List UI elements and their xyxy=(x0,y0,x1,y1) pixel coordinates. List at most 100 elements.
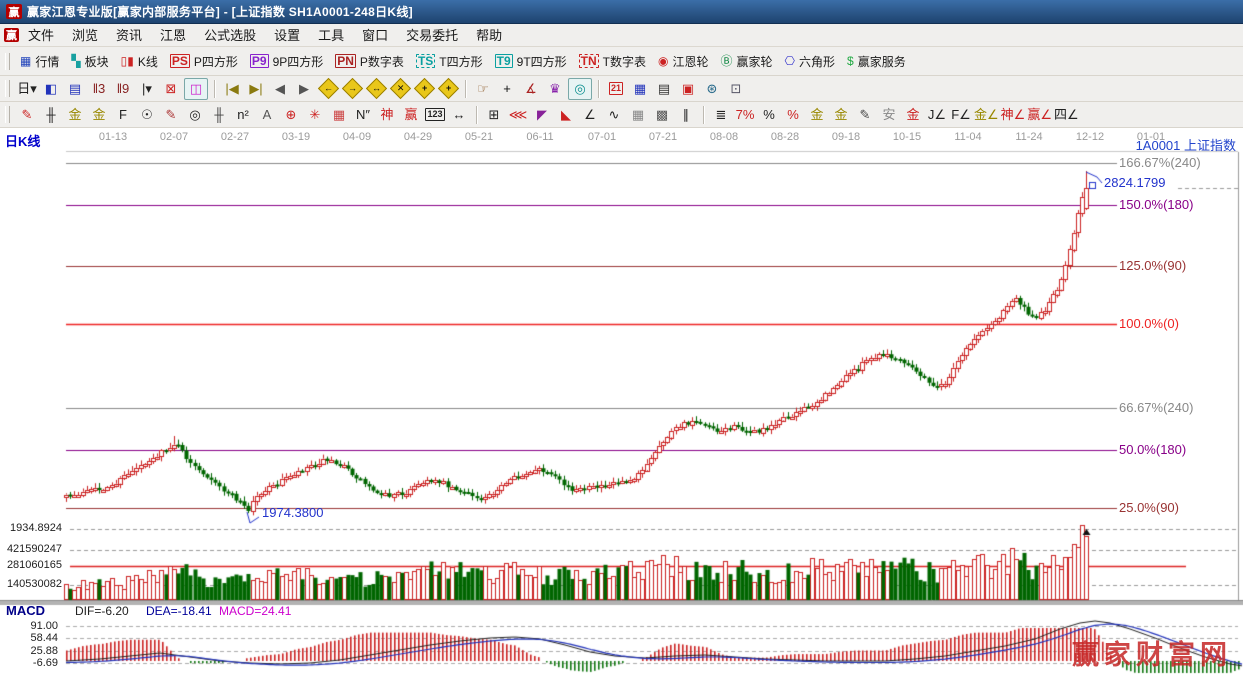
hexagon-button[interactable]: ⎔六角形 xyxy=(780,51,843,72)
kline-button[interactable]: ▯▮K线 xyxy=(116,51,165,72)
export-pc-icon[interactable]: ⊡ xyxy=(725,79,747,99)
sectors-button[interactable]: ▚板块 xyxy=(66,51,115,72)
calendar-21-icon[interactable]: 21 xyxy=(605,79,627,99)
menu-item-6[interactable]: 设置 xyxy=(265,26,309,45)
calculator-icon[interactable]: ▦ xyxy=(629,79,651,99)
brain-analysis-icon[interactable]: ◎ xyxy=(568,78,592,100)
n-squared-icon[interactable]: n² xyxy=(232,105,254,125)
p-square-button[interactable]: PSP四方形 xyxy=(165,51,245,72)
ying-angle-icon[interactable]: 赢∠ xyxy=(1027,105,1052,125)
toolbar-grip[interactable] xyxy=(5,106,10,123)
zoom-horizontal-icon[interactable]: ↔ xyxy=(365,79,387,99)
menu-item-7[interactable]: 工具 xyxy=(309,26,353,45)
ruler-plain-icon[interactable]: ╫ xyxy=(208,105,230,125)
grid-fine-icon[interactable]: ▦ xyxy=(627,105,649,125)
angle-lines-icon[interactable]: ∠ xyxy=(579,105,601,125)
ruler-ticks-icon[interactable]: ╫ xyxy=(40,105,62,125)
winner-service-button[interactable]: $赢家服务 xyxy=(842,51,913,72)
pen-scale-icon[interactable]: ✎ xyxy=(160,105,182,125)
pen-tool-icon[interactable]: ✎ xyxy=(16,105,38,125)
jin-red-icon[interactable]: 金 xyxy=(902,105,924,125)
jin-scale-1-icon[interactable]: 金 xyxy=(64,105,86,125)
t-square-button[interactable]: TST四方形 xyxy=(411,51,490,72)
zoom-left-icon[interactable]: ← xyxy=(317,79,339,99)
quotes-button[interactable]: ▦行情 xyxy=(15,51,66,72)
fan-lines-icon[interactable]: ⋘ xyxy=(507,105,529,125)
go-first-icon[interactable]: |◀ xyxy=(221,79,243,99)
zigzag-icon[interactable]: ∿ xyxy=(603,105,625,125)
hand-drag-icon[interactable]: ☞ xyxy=(472,79,494,99)
angle-measure-icon[interactable]: ∡ xyxy=(520,79,542,99)
angle-template-icon[interactable]: A xyxy=(256,105,278,125)
crosshair-icon[interactable]: + xyxy=(496,79,518,99)
an-waves-icon[interactable]: 安 xyxy=(878,105,900,125)
chart-pattern-icon[interactable]: ◧ xyxy=(40,79,62,99)
period-selector-icon[interactable]: 日▾ xyxy=(16,79,38,99)
notes-icon[interactable]: ▤ xyxy=(653,79,675,99)
kline-icon: ▯▮ xyxy=(121,55,134,67)
jin-angle-icon[interactable]: 金∠ xyxy=(974,105,999,125)
spiral-icon[interactable]: ☉ xyxy=(136,105,158,125)
menu-item-3[interactable]: 资讯 xyxy=(107,26,151,45)
si-angle-icon[interactable]: 四∠ xyxy=(1054,105,1079,125)
wheel-spokes-icon[interactable]: ✳ xyxy=(304,105,326,125)
step-forward-icon[interactable]: ▶ xyxy=(293,79,315,99)
toolbar-grip[interactable] xyxy=(5,80,10,97)
zoom-expand-icon[interactable]: + xyxy=(413,79,435,99)
grid-123-icon[interactable]: 123 xyxy=(424,105,446,125)
menu-item-8[interactable]: 窗口 xyxy=(353,26,397,45)
zoom-right-icon[interactable]: → xyxy=(341,79,363,99)
jin-lines-icon[interactable]: 金 xyxy=(830,105,852,125)
ink-pen-icon[interactable]: ✎ xyxy=(854,105,876,125)
candle-style-icon[interactable]: |▾ xyxy=(136,79,158,99)
target-icon[interactable]: ⊕ xyxy=(280,105,302,125)
f-angle-icon[interactable]: F∠ xyxy=(950,105,972,125)
t-number-table-button[interactable]: TNT数字表 xyxy=(574,51,653,72)
save-icon[interactable]: ▣ xyxy=(677,79,699,99)
histogram-colors-icon[interactable]: ◫ xyxy=(184,78,208,100)
zoom-compress-icon[interactable]: ✕ xyxy=(389,79,411,99)
web-grid-icon[interactable]: ▦ xyxy=(328,105,350,125)
bars-3-icon[interactable]: ‖3 xyxy=(88,79,110,99)
menu-item-4[interactable]: 江恩 xyxy=(151,26,195,45)
bars-9-icon[interactable]: ‖9 xyxy=(112,79,134,99)
jin-circle-icon[interactable]: 金 xyxy=(806,105,828,125)
grid-shift-icon[interactable]: ▩ xyxy=(651,105,673,125)
export-web-icon[interactable]: ⊛ xyxy=(701,79,723,99)
toolbar-grip[interactable] xyxy=(5,53,10,70)
ying-box-icon[interactable]: 赢 xyxy=(400,105,422,125)
shen-angle-icon[interactable]: 神∠ xyxy=(1001,105,1026,125)
9p-square-button[interactable]: P99P四方形 xyxy=(245,51,330,72)
fan-box-1-icon[interactable]: ◤ xyxy=(531,105,553,125)
f-scale-icon[interactable]: F xyxy=(112,105,134,125)
shen-scale-icon[interactable]: 神 xyxy=(376,105,398,125)
percent-icon[interactable]: % xyxy=(758,105,780,125)
p-number-table-button[interactable]: PNP数字表 xyxy=(330,51,411,72)
percent-line-icon[interactable]: % xyxy=(782,105,804,125)
menu-item-5[interactable]: 公式选股 xyxy=(195,26,265,45)
go-last-icon[interactable]: ▶| xyxy=(245,79,267,99)
step-back-icon[interactable]: ◀ xyxy=(269,79,291,99)
j-angle-icon[interactable]: J∠ xyxy=(926,105,948,125)
crown-tool-icon[interactable]: ♛ xyxy=(544,79,566,99)
price-levels-icon[interactable]: ≣ xyxy=(710,105,732,125)
winner-wheel-label: 赢家轮 xyxy=(737,53,773,70)
menu-item-2[interactable]: 浏览 xyxy=(63,26,107,45)
width-measure-icon[interactable]: ↔ xyxy=(448,105,470,125)
dial-circle-icon[interactable]: ◎ xyxy=(184,105,206,125)
n-quote-icon[interactable]: Ν″ xyxy=(352,105,374,125)
menu-item-10[interactable]: 帮助 xyxy=(467,26,511,45)
box-plus-icon[interactable]: ⊞ xyxy=(483,105,505,125)
jin-scale-2-icon[interactable]: 金 xyxy=(88,105,110,125)
pan-mode-icon[interactable]: + xyxy=(437,79,459,99)
menu-item-9[interactable]: 交易委托 xyxy=(397,26,467,45)
fan-box-2-icon[interactable]: ◣ xyxy=(555,105,577,125)
gann-wheel-button[interactable]: ◉江恩轮 xyxy=(653,51,716,72)
percent-7-icon[interactable]: 7% xyxy=(734,105,756,125)
kline-box-icon[interactable]: ⊠ xyxy=(160,79,182,99)
parallel-lines-icon[interactable]: ∥ xyxy=(675,105,697,125)
info-list-icon[interactable]: ▤ xyxy=(64,79,86,99)
menu-item-1[interactable]: 文件 xyxy=(19,26,63,45)
winner-wheel-button[interactable]: Ⓑ赢家轮 xyxy=(716,51,780,72)
9t-square-button[interactable]: T99T四方形 xyxy=(490,51,574,72)
